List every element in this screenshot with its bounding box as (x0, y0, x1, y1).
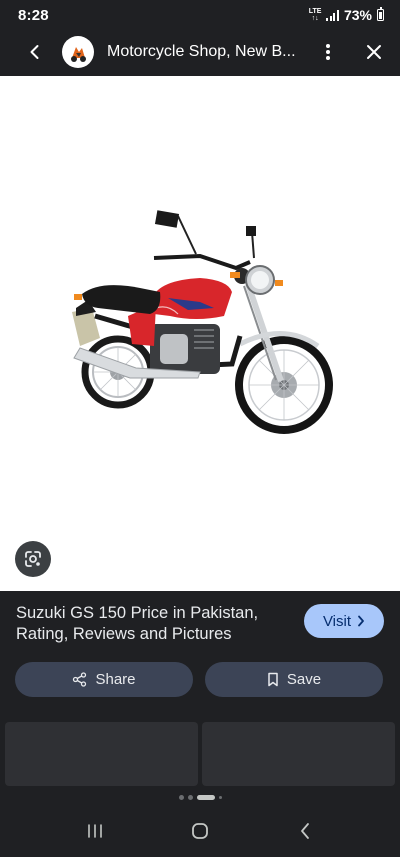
page-dot (187, 794, 193, 800)
home-button[interactable] (175, 811, 225, 851)
share-button[interactable]: Share (15, 662, 193, 697)
save-button[interactable]: Save (205, 662, 383, 697)
visit-label: Visit (322, 612, 352, 630)
page-dot (218, 795, 222, 799)
back-icon (301, 823, 310, 839)
battery-percent: 73% (343, 7, 372, 23)
page-indicator (0, 791, 400, 803)
share-label: Share (95, 671, 136, 688)
status-time: 8:28 (18, 6, 49, 24)
system-nav-bar (0, 805, 400, 857)
related-card[interactable] (5, 722, 198, 786)
back-button[interactable] (15, 32, 55, 72)
home-icon (192, 823, 208, 839)
recents-icon (87, 824, 102, 838)
status-icons: LTE ↑↓ 73% (309, 7, 384, 23)
recents-button[interactable] (70, 811, 120, 851)
close-icon (367, 45, 381, 59)
network-label: LTE (308, 8, 322, 15)
page-dot-active (196, 794, 215, 800)
site-title[interactable]: Motorcycle Shop, New B... (107, 43, 297, 61)
more-vert-icon (326, 44, 330, 60)
battery-icon (377, 7, 384, 21)
more-options-button[interactable] (308, 32, 348, 72)
image-preview[interactable] (0, 76, 400, 591)
google-lens-icon (25, 551, 41, 567)
result-title[interactable]: Suzuki GS 150 Price in Pakistan, Rating,… (16, 603, 291, 645)
network-type: LTE ↑↓ (308, 8, 322, 22)
save-label: Save (286, 671, 322, 688)
motorcycle-image (72, 210, 333, 434)
visit-button[interactable]: Visit (304, 604, 384, 638)
top-bar: Motorcycle Shop, New B... (0, 30, 400, 74)
signal-icon (326, 9, 339, 21)
bookmark-icon (268, 672, 278, 687)
share-icon (73, 672, 87, 687)
result-info: Suzuki GS 150 Price in Pakistan, Rating,… (0, 591, 400, 711)
close-button[interactable] (354, 32, 394, 72)
system-back-button[interactable] (280, 811, 330, 851)
status-bar: 8:28 LTE ↑↓ 73% (0, 0, 400, 30)
related-results (0, 722, 400, 786)
site-logo-icon (62, 36, 94, 68)
chevron-right-icon (358, 615, 364, 627)
page-dot (178, 794, 184, 800)
back-arrow-icon (30, 45, 39, 59)
related-card[interactable] (202, 722, 395, 786)
google-lens-button[interactable] (15, 541, 51, 577)
screen: 8:28 LTE ↑↓ 73% Motorcycle Shop, New B... (0, 0, 400, 857)
